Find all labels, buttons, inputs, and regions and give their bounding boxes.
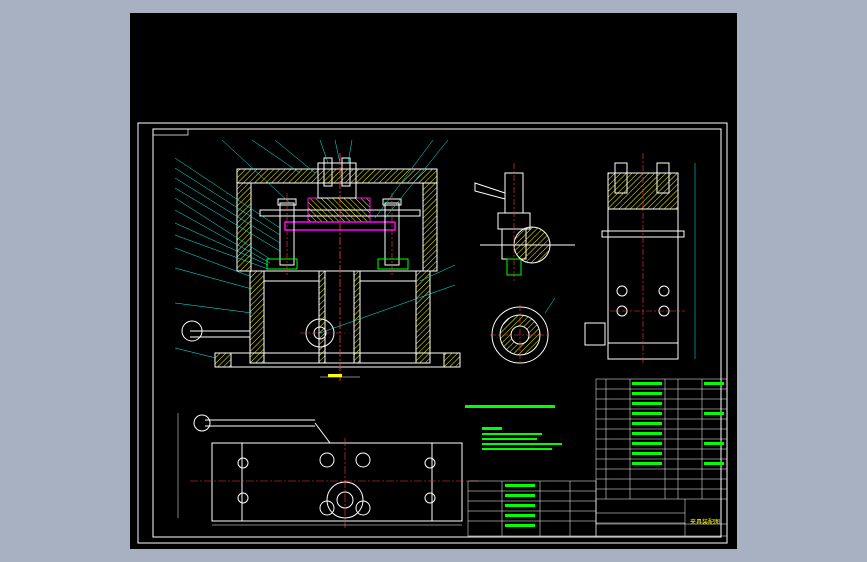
cad-paper-space: 夹具装配图 (130, 13, 737, 549)
right-side-view (584, 153, 696, 363)
side-view (474, 163, 575, 281)
corner-mark (153, 129, 189, 136)
plan-view (177, 413, 480, 528)
parts-list-text-blocks (505, 382, 724, 527)
technical-notes (465, 405, 562, 450)
section-detail (490, 297, 556, 365)
assembly-drawing (137, 122, 728, 544)
title-block-name: 夹具装配图 (690, 519, 721, 526)
front-section-view (174, 139, 461, 381)
parts-list (467, 378, 728, 537)
